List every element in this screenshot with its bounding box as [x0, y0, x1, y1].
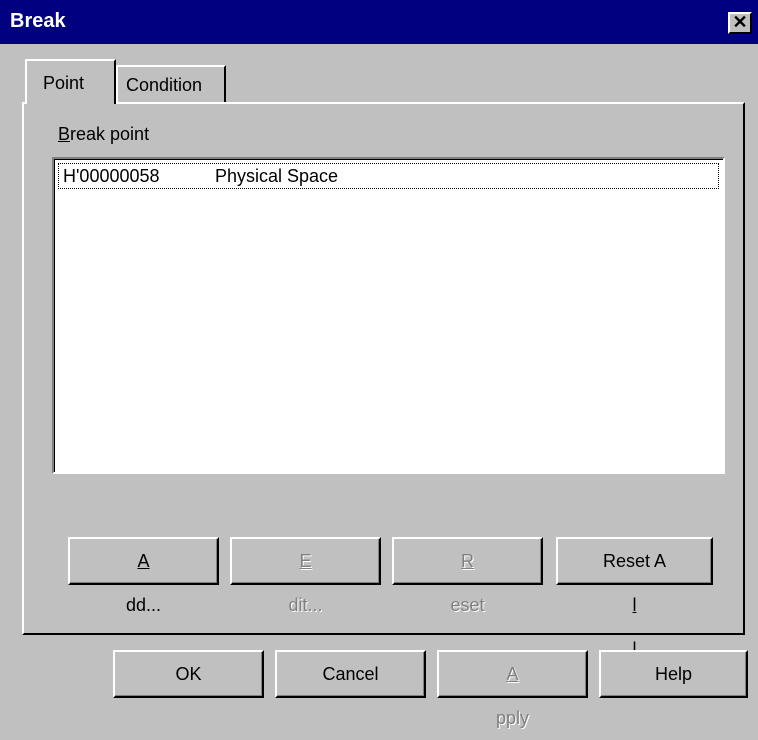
break-dialog: Break ✕ Point Condition Break point H'00… [0, 0, 758, 728]
edit-button[interactable]: Edit... [230, 537, 381, 615]
reset-button[interactable]: Reset [392, 537, 543, 615]
window-title: Break [10, 10, 66, 32]
apply-button-label: Apply [439, 652, 586, 740]
tab-point[interactable]: Point [25, 59, 116, 104]
close-button[interactable]: ✕ [728, 12, 752, 34]
ok-button[interactable]: OK [113, 650, 264, 698]
reset-mnemonic: R [461, 551, 474, 571]
breakpoint-address: H'00000058 [63, 166, 160, 186]
help-button-label: Help [654, 664, 693, 684]
cancel-button-label: Cancel [322, 664, 379, 684]
apply-button[interactable]: Apply [437, 650, 588, 728]
reset-button-label: Reset [394, 539, 541, 627]
list-item[interactable]: H'00000058 Physical Space [58, 163, 719, 189]
ok-button-label: OK [175, 664, 202, 684]
close-icon: ✕ [732, 12, 748, 32]
tab-point-label: Point [43, 73, 85, 93]
help-button[interactable]: Help [599, 650, 748, 698]
add-button-label: Add... [70, 539, 217, 627]
breakpoint-label-rest: reak point [70, 124, 150, 144]
add-button[interactable]: Add... [68, 537, 219, 615]
breakpoint-label-mnemonic: B [58, 124, 71, 144]
reset-all-mnemonic: l [632, 595, 637, 615]
tab-condition-label: Condition [126, 75, 203, 95]
reset-all-button[interactable]: Reset All [556, 537, 713, 659]
title-bar[interactable]: Break ✕ [0, 0, 758, 44]
edit-mnemonic: E [299, 551, 312, 571]
apply-rest: pply [495, 708, 530, 728]
add-mnemonic: A [137, 551, 150, 571]
breakpoint-label: Break point [58, 124, 149, 145]
breakpoint-space: Physical Space [215, 166, 339, 186]
breakpoint-list[interactable]: H'00000058 Physical Space [52, 157, 725, 474]
cancel-button[interactable]: Cancel [275, 650, 426, 698]
add-rest: dd... [125, 595, 162, 615]
reset-all-before: Reset A [602, 551, 667, 571]
tab-condition[interactable]: Condition [116, 65, 226, 102]
reset-rest: eset [450, 595, 485, 615]
edit-rest: dit... [288, 595, 323, 615]
edit-button-label: Edit... [232, 539, 379, 627]
tab-join [27, 102, 114, 106]
apply-mnemonic: A [506, 664, 519, 684]
